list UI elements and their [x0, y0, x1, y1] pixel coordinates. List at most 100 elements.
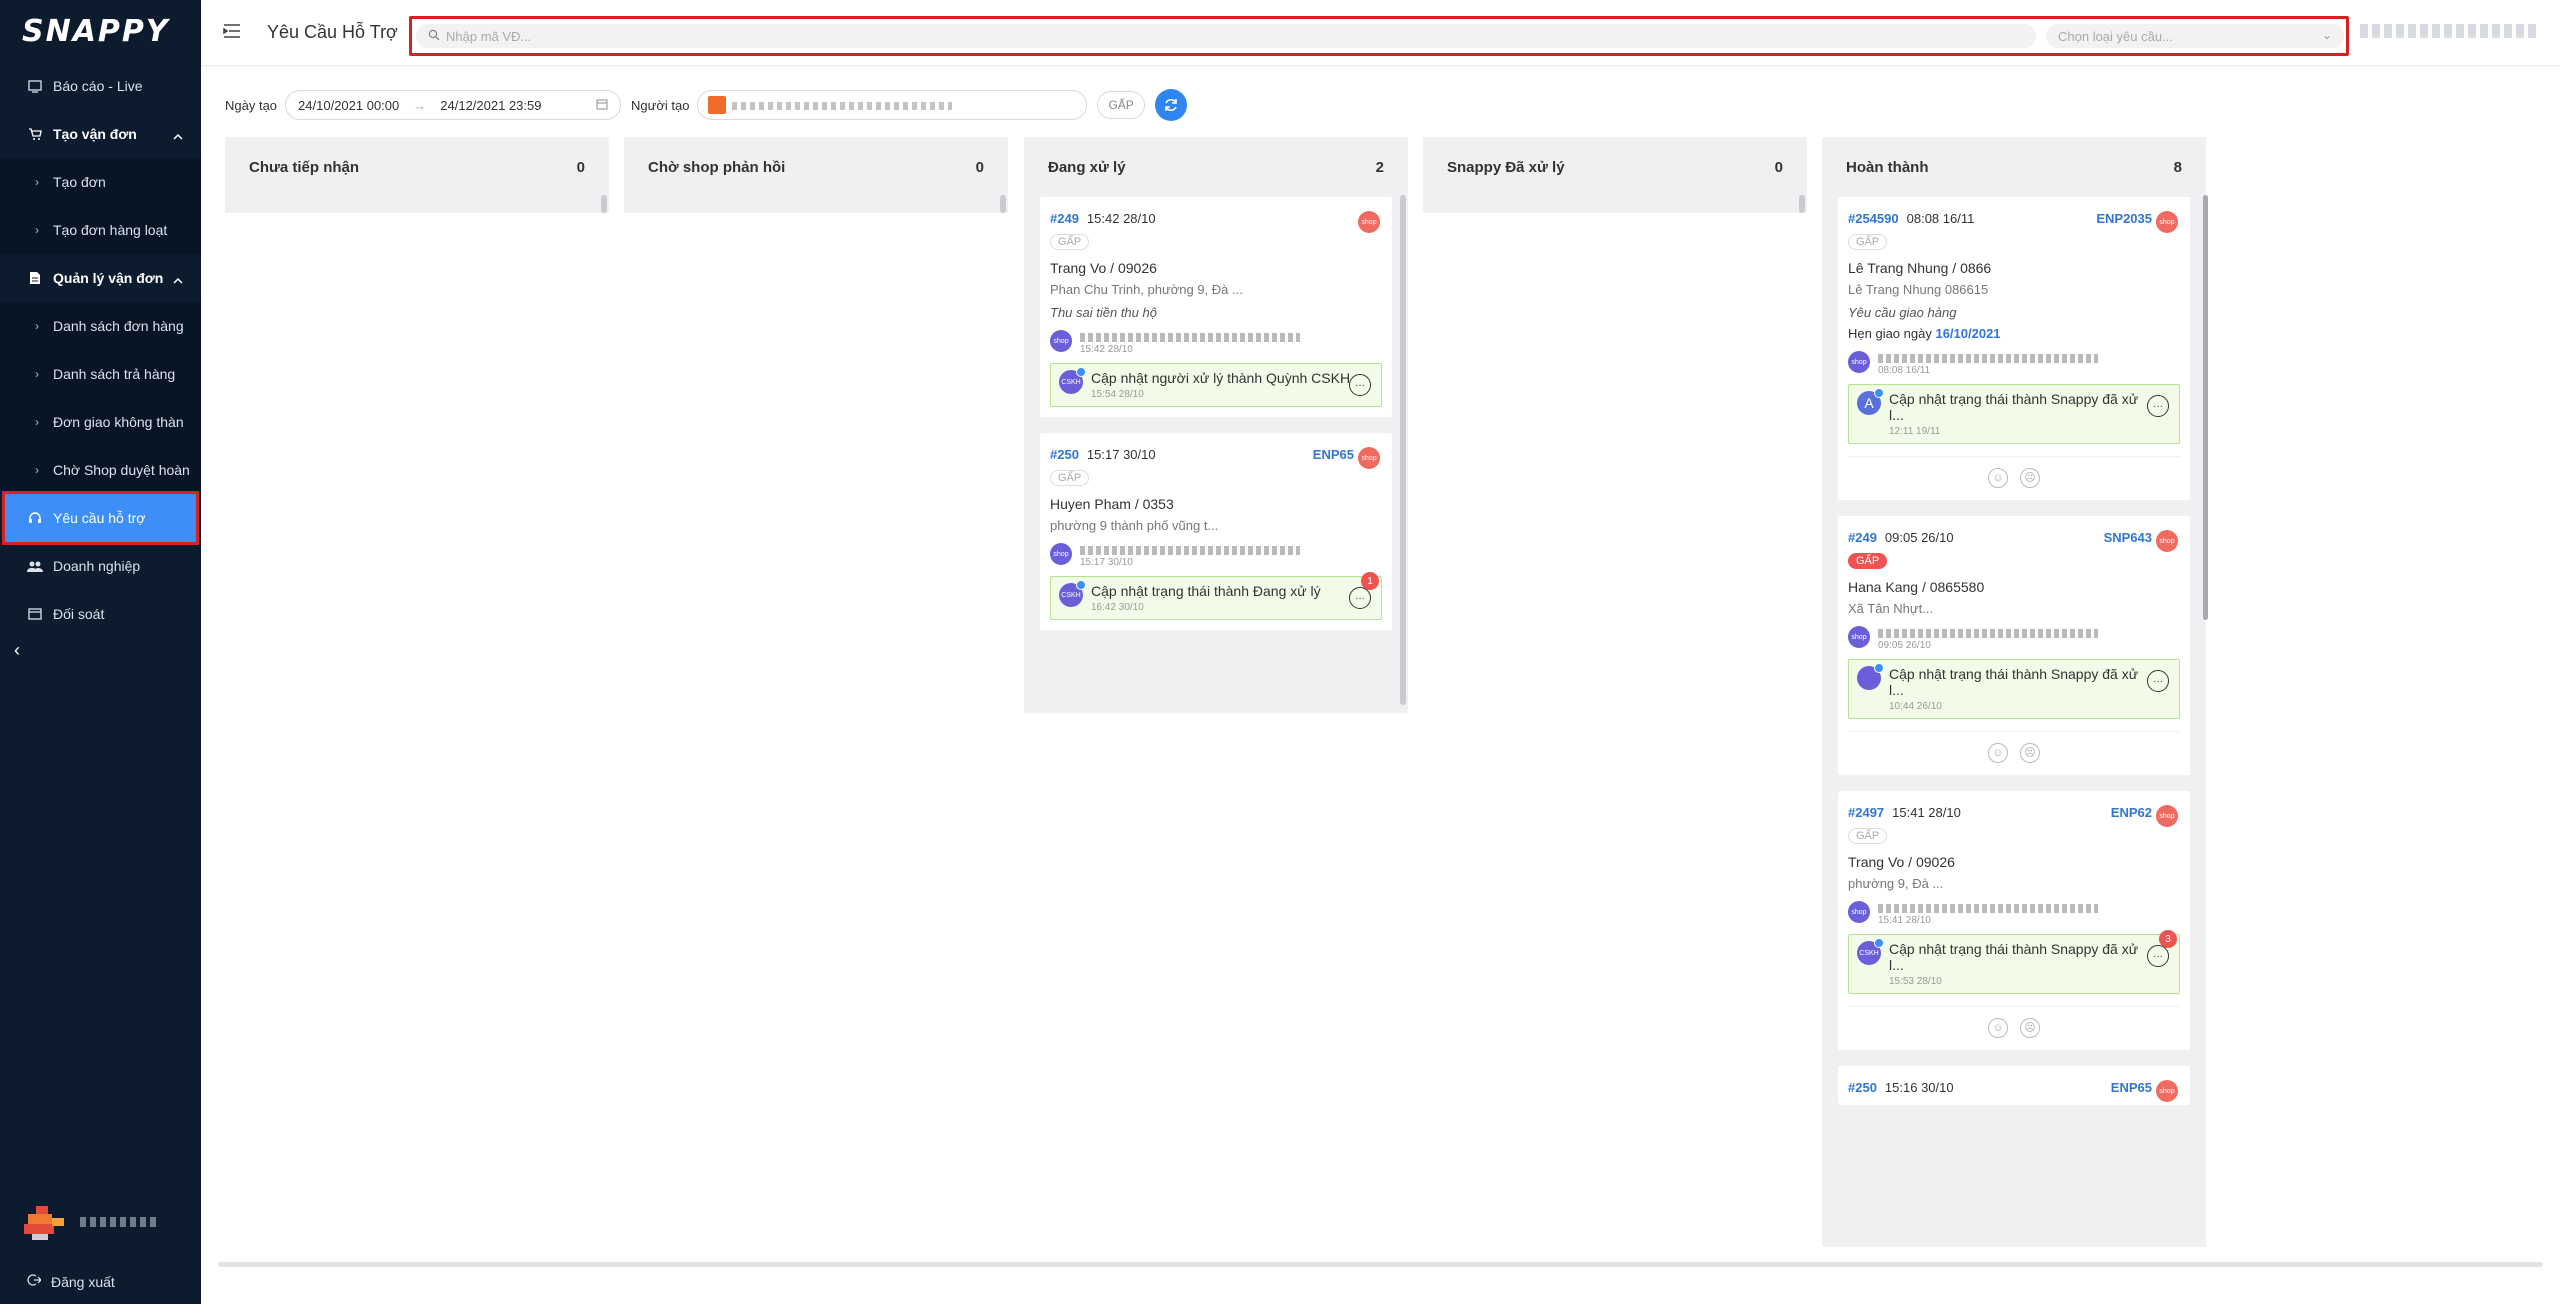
sidebar-item-label: Tạo đơn — [53, 174, 106, 190]
sidebar-group-create-waybill[interactable]: Tạo vận đơn — [0, 110, 201, 158]
sidebar-item-label: Tạo vận đơn — [53, 126, 137, 142]
column-waiting-shop: Chờ shop phản hồi 0 — [624, 137, 1008, 213]
message-body: 08:08 16/11 — [1878, 351, 2098, 376]
chat-icon[interactable]: ··· — [1349, 374, 1371, 396]
ticket-code[interactable]: #254590 — [1848, 211, 1899, 226]
smile-icon[interactable]: ☺ — [1988, 467, 2008, 488]
column-scrollbar[interactable] — [1400, 195, 1406, 705]
status-update: CSKH Cập nhật trạng thái thành Đang xử l… — [1050, 572, 1382, 620]
creator-select[interactable] — [697, 90, 1088, 120]
search-input[interactable]: Nhập mã VĐ... — [416, 24, 2036, 48]
rating-row: ☺ ☹ — [1848, 1006, 2180, 1040]
date-from: 24/10/2021 00:00 — [298, 97, 400, 113]
message-body: 15:17 30/10 — [1080, 543, 1300, 568]
ticket-time: 15:17 30/10 — [1086, 447, 1156, 462]
search-placeholder: Nhập mã VĐ... — [446, 28, 532, 44]
sidebar-item-report-live[interactable]: Báo cáo - Live — [0, 62, 201, 110]
document-icon — [27, 270, 43, 286]
chat-icon[interactable]: ··· — [2147, 670, 2169, 692]
request-type-placeholder: Chọn loại yêu cầu... — [2058, 28, 2173, 44]
customer-address: phường 9 thành phố vũng t... — [1050, 518, 1219, 533]
account-menu-redacted[interactable] — [2360, 24, 2540, 38]
frown-icon[interactable]: ☹ — [2020, 467, 2040, 488]
sidebar-group-manage-waybill[interactable]: Quản lý vận đơn — [0, 254, 201, 302]
ticket-code[interactable]: #249 — [1848, 530, 1877, 545]
cskh-label: CSKH — [1061, 378, 1081, 386]
refresh-button[interactable] — [1154, 89, 1187, 121]
search-bar-container: Nhập mã VĐ... Chọn loại yêu cầu... ⌄ — [409, 16, 2349, 56]
waybill-ref[interactable]: ENP65 — [2111, 1080, 2152, 1095]
sidebar-item-business[interactable]: Doanh nghiệp — [0, 542, 201, 590]
online-dot — [1076, 580, 1086, 590]
sidebar-item-label: Danh sách đơn hàng — [53, 318, 184, 334]
frown-icon[interactable]: ☹ — [2020, 1017, 2040, 1038]
request-type-select[interactable]: Chọn loại yêu cầu... ⌄ — [2046, 24, 2344, 48]
waybill-ref[interactable]: ENP65 — [1313, 447, 1354, 462]
column-title: Snappy Đã xử lý — [1447, 158, 1565, 176]
urgent-tag: GẤP — [1848, 828, 1888, 844]
customer-address: Phan Chu Trinh, phường 9, Đà ... — [1050, 282, 1243, 297]
rating-row: ☺ ☹ — [1848, 731, 2180, 765]
sidebar-item-create-order[interactable]: › Tạo đơn — [0, 158, 201, 206]
collapse-sidebar-icon[interactable]: ‹ — [14, 640, 20, 661]
ticket-code[interactable]: #250 — [1050, 447, 1079, 462]
sidebar-item-support-request[interactable]: Yêu cầu hỗ trợ — [2, 491, 199, 545]
smile-icon[interactable]: ☺ — [1988, 742, 2008, 763]
update-body: Cập nhật trạng thái thành Snappy đã xử l… — [1889, 391, 2149, 437]
user-profile[interactable] — [22, 1202, 160, 1242]
customer-info: Lê Trang Nhung / 0866 — [1848, 260, 1992, 276]
shop-message: shop 15:41 28/10 — [1848, 901, 2180, 926]
sidebar-item-awaiting-return[interactable]: › Chờ Shop duyệt hoàn — [0, 446, 201, 494]
sidebar-item-return-list[interactable]: › Danh sách trả hàng — [0, 350, 201, 398]
logo[interactable]: SNAPPY — [0, 0, 201, 62]
cskh-avatar: CSKH — [1059, 367, 1086, 394]
request-note: Thu sai tiền thu hộ — [1050, 305, 1157, 320]
chat-icon[interactable]: ··· — [2147, 945, 2169, 967]
update-body: Cập nhật trạng thái thành Snappy đã xử l… — [1889, 666, 2149, 712]
chat-icon[interactable]: ··· — [1349, 587, 1371, 609]
chat-icon[interactable]: ··· — [2147, 395, 2169, 417]
waybill-ref[interactable]: SNP643 — [2104, 530, 2152, 545]
logout-button[interactable]: Đăng xuất — [27, 1273, 115, 1290]
column-scrollbar-thumb[interactable] — [2203, 195, 2208, 620]
chevron-right-icon: › — [35, 319, 39, 333]
ticket-card[interactable]: #250 15:17 30/10 ENP65 shop GẤP Huyen Ph… — [1040, 433, 1392, 630]
ticket-card[interactable]: #250 15:16 30/10 ENP65 shop — [1838, 1066, 2190, 1105]
shop-message: shop 15:42 28/10 — [1050, 330, 1382, 355]
shop-message: shop 08:08 16/11 — [1848, 351, 2180, 376]
ticket-card[interactable]: #2497 15:41 28/10 ENP62 shop GẤP Trang V… — [1838, 791, 2190, 1050]
ticket-card[interactable]: #254590 08:08 16/11 ENP2035 shop GẤP Lê … — [1838, 197, 2190, 500]
urgent-filter-toggle[interactable]: GẤP — [1097, 91, 1145, 119]
column-scrollbar[interactable] — [601, 195, 607, 213]
menu-toggle-icon[interactable] — [223, 24, 241, 42]
column-count: 0 — [1774, 158, 1783, 176]
ticket-time: 08:08 16/11 — [1906, 211, 1975, 226]
rating-row: ☺ ☹ — [1848, 456, 2180, 490]
sidebar-item-bulk-create[interactable]: › Tạo đơn hàng loạt — [0, 206, 201, 254]
update-body: Cập nhật trạng thái thành Đang xử lý 16:… — [1091, 583, 1351, 613]
board-horizontal-scrollbar[interactable] — [218, 1262, 2543, 1267]
column-scrollbar[interactable] — [1000, 195, 1006, 213]
wallet-icon — [27, 606, 43, 622]
ticket-card[interactable]: #249 09:05 26/10 SNP643 shop GẤP Hana Ka… — [1838, 516, 2190, 775]
column-scrollbar[interactable] — [1799, 195, 1805, 213]
filter-bar: Ngày tạo 24/10/2021 00:00 → 24/12/2021 2… — [225, 89, 1187, 121]
message-redacted — [1878, 354, 2098, 363]
sidebar-item-order-list[interactable]: › Danh sách đơn hàng — [0, 302, 201, 350]
ticket-code[interactable]: #250 — [1848, 1080, 1877, 1095]
date-range-picker[interactable]: 24/10/2021 00:00 → 24/12/2021 23:59 — [285, 90, 622, 120]
update-time: 15:53 28/10 — [1889, 976, 1942, 987]
message-time: 15:42 28/10 — [1080, 344, 1133, 355]
ticket-card[interactable]: #249 15:42 28/10 shop GẤP Trang Vo / 090… — [1040, 197, 1392, 417]
sidebar-item-reconciliation[interactable]: Đối soát — [0, 590, 201, 638]
ticket-code[interactable]: #2497 — [1848, 805, 1884, 820]
waybill-ref[interactable]: ENP2035 — [2096, 211, 2152, 226]
chevron-down-icon: ⌄ — [2321, 28, 2332, 42]
ticket-code[interactable]: #249 — [1050, 211, 1079, 226]
waybill-ref[interactable]: ENP62 — [2111, 805, 2152, 820]
frown-icon[interactable]: ☹ — [2020, 742, 2040, 763]
message-redacted — [1878, 904, 2098, 913]
smile-icon[interactable]: ☺ — [1988, 1017, 2008, 1038]
sidebar-item-label: Báo cáo - Live — [53, 78, 143, 94]
sidebar-item-failed-delivery[interactable]: › Đơn giao không thàn — [0, 398, 201, 446]
